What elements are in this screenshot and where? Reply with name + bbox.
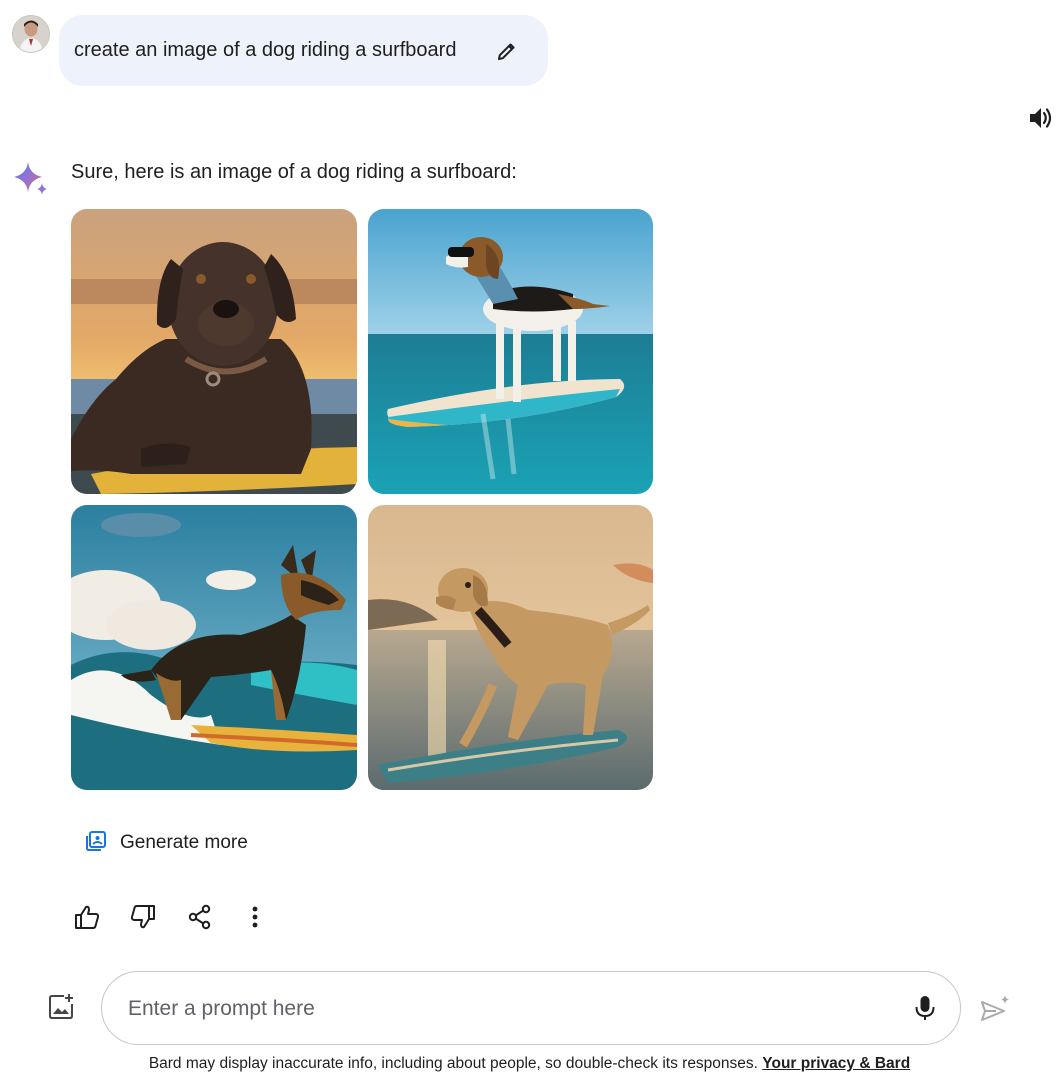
generated-image-4[interactable] [368, 505, 653, 790]
generated-image-2[interactable] [368, 209, 653, 494]
speaker-icon[interactable] [1027, 104, 1055, 132]
thumb-down-icon[interactable] [128, 902, 158, 932]
prompt-input[interactable] [126, 994, 890, 1024]
add-image-icon[interactable] [46, 992, 76, 1022]
share-icon[interactable] [185, 902, 215, 932]
generated-image-1[interactable] [71, 209, 357, 494]
response-text: Sure, here is an image of a dog riding a… [71, 161, 517, 183]
send-icon[interactable] [978, 992, 1012, 1026]
image-stack-icon [84, 829, 108, 858]
privacy-link[interactable]: Your privacy & Bard [762, 1055, 910, 1072]
microphone-icon[interactable] [911, 993, 939, 1023]
generate-more-button[interactable]: Generate more [74, 821, 258, 865]
more-vert-icon[interactable] [240, 902, 270, 932]
user-avatar[interactable] [12, 15, 50, 53]
generate-more-label: Generate more [120, 832, 248, 853]
prompt-input-container [101, 971, 961, 1045]
generated-image-3[interactable] [71, 505, 357, 790]
pencil-icon[interactable] [495, 39, 519, 63]
disclaimer-text: Bard may display inaccurate info, includ… [148, 1055, 758, 1072]
disclaimer-footer: Bard may display inaccurate info, includ… [0, 1055, 1059, 1073]
bard-sparkle-icon [12, 160, 50, 198]
thumb-up-icon[interactable] [72, 902, 102, 932]
user-prompt-text: create an image of a dog riding a surfbo… [74, 39, 457, 61]
user-prompt-bubble: create an image of a dog riding a surfbo… [59, 15, 548, 86]
